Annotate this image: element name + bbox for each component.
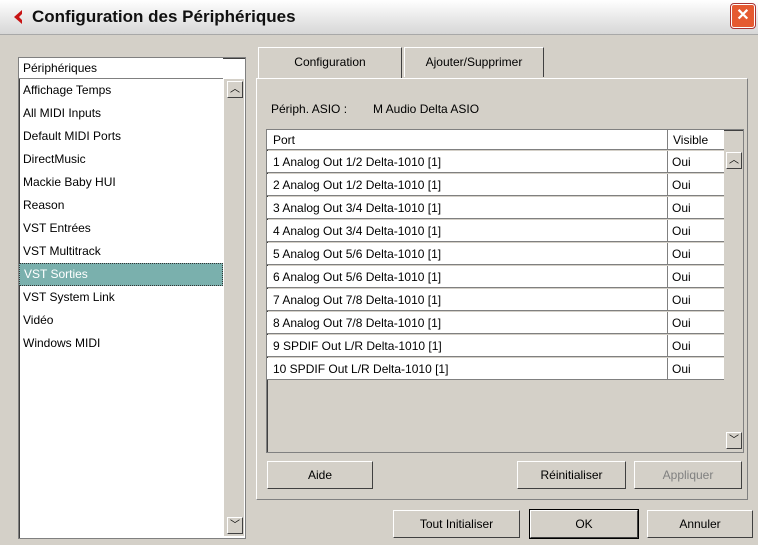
visible-cell[interactable]: Oui <box>668 220 724 242</box>
table-row[interactable]: 9 SPDIF Out L/R Delta-1010 [1] Oui <box>267 335 724 358</box>
table-row[interactable]: 4 Analog Out 3/4 Delta-1010 [1] Oui <box>267 220 724 243</box>
chevron-up-icon: ︿ <box>230 84 240 95</box>
port-cell: 2 Analog Out 1/2 Delta-1010 [1] <box>267 174 668 196</box>
port-cell: 1 Analog Out 1/2 Delta-1010 [1] <box>267 151 668 173</box>
reset-button[interactable]: Réinitialiser <box>517 461 626 489</box>
column-header-port-label: Port <box>273 133 296 147</box>
chevron-down-icon: ﹀ <box>230 520 240 531</box>
table-row[interactable]: 5 Analog Out 5/6 Delta-1010 [1] Oui <box>267 243 724 266</box>
device-list-item[interactable]: VST System Link <box>19 286 223 309</box>
port-cell: 7 Analog Out 7/8 Delta-1010 [1] <box>267 289 668 311</box>
table-row[interactable]: 3 Analog Out 3/4 Delta-1010 [1] Oui <box>267 197 724 220</box>
apply-button[interactable]: Appliquer <box>634 461 742 489</box>
close-icon: ✕ <box>736 7 750 24</box>
table-row[interactable]: 7 Analog Out 7/8 Delta-1010 [1] Oui <box>267 289 724 312</box>
table-row[interactable]: 6 Analog Out 5/6 Delta-1010 [1] Oui <box>267 266 724 289</box>
scroll-up-button[interactable]: ︿ <box>227 81 243 98</box>
port-table: Port Visible 1 Analog Out 1/2 Delta-1010… <box>266 129 744 453</box>
visible-cell[interactable]: Oui <box>668 243 724 265</box>
device-list-item[interactable]: Mackie Baby HUI <box>19 171 223 194</box>
device-list: Affichage Temps All MIDI Inputs Default MI… <box>19 79 223 355</box>
column-header-visible-label: Visible <box>673 133 709 147</box>
port-cell: 8 Analog Out 7/8 Delta-1010 [1] <box>267 312 668 334</box>
device-list-item[interactable]: Windows MIDI <box>19 332 223 355</box>
help-button-label: Aide <box>307 468 333 482</box>
visible-cell[interactable]: Oui <box>668 151 724 173</box>
column-header-visible[interactable]: Visible <box>668 130 724 150</box>
asio-value: M Audio Delta ASIO <box>373 102 480 116</box>
table-row[interactable]: 2 Analog Out 1/2 Delta-1010 [1] Oui <box>267 174 724 197</box>
asio-label: Périph. ASIO : <box>271 102 348 116</box>
table-row[interactable]: 10 SPDIF Out L/R Delta-1010 [1] Oui <box>267 358 724 381</box>
port-cell: 4 Analog Out 3/4 Delta-1010 [1] <box>267 220 668 242</box>
visible-cell[interactable]: Oui <box>668 335 724 357</box>
ok-button[interactable]: OK <box>529 509 639 539</box>
device-list-item[interactable]: Affichage Temps <box>19 79 223 102</box>
device-list-item[interactable]: VST Multitrack <box>19 240 223 263</box>
device-list-item[interactable]: All MIDI Inputs <box>19 102 223 125</box>
port-cell: 9 SPDIF Out L/R Delta-1010 [1] <box>267 335 668 357</box>
port-table-scrollbar[interactable]: ︿ ﹀ <box>724 151 743 450</box>
window-title: Configuration des Périphériques <box>32 7 296 26</box>
table-scroll-down-button[interactable]: ﹀ <box>726 432 742 449</box>
device-list-item[interactable]: VST Sorties <box>19 263 223 286</box>
visible-cell[interactable]: Oui <box>668 174 724 196</box>
device-list-item[interactable]: Default MIDI Ports <box>19 125 223 148</box>
port-cell: 3 Analog Out 3/4 Delta-1010 [1] <box>267 197 668 219</box>
scroll-down-button[interactable]: ﹀ <box>227 517 243 534</box>
tab-add-remove-label: Ajouter/Supprimer <box>425 55 523 69</box>
device-list-header: Périphériques <box>19 58 223 79</box>
reset-all-button-label: Tout Initialiser <box>419 517 494 531</box>
chevron-up-icon: ︿ <box>729 155 739 166</box>
port-cell: 10 SPDIF Out L/R Delta-1010 [1] <box>267 358 668 380</box>
cancel-button[interactable]: Annuler <box>647 510 753 538</box>
device-list-scrollbar[interactable]: ︿ ﹀ <box>224 79 244 536</box>
visible-cell[interactable]: Oui <box>668 312 724 334</box>
column-header-port[interactable]: Port <box>267 130 668 150</box>
cubase-logo-icon <box>14 10 22 24</box>
cancel-button-label: Annuler <box>679 517 721 531</box>
visible-cell[interactable]: Oui <box>668 289 724 311</box>
port-cell: 5 Analog Out 5/6 Delta-1010 [1] <box>267 243 668 265</box>
visible-cell[interactable]: Oui <box>668 266 724 288</box>
port-cell: 6 Analog Out 5/6 Delta-1010 [1] <box>267 266 668 288</box>
device-list-header-label: Périphériques <box>23 61 98 75</box>
close-button[interactable]: ✕ <box>731 4 755 28</box>
visible-cell[interactable]: Oui <box>668 358 724 380</box>
tab-configuration[interactable]: Configuration <box>258 47 402 79</box>
tab-add-remove[interactable]: Ajouter/Supprimer <box>404 47 544 77</box>
table-scroll-up-button[interactable]: ︿ <box>726 152 742 169</box>
tab-configuration-label: Configuration <box>294 55 366 69</box>
apply-button-label: Appliquer <box>662 468 714 482</box>
reset-all-button[interactable]: Tout Initialiser <box>393 510 520 538</box>
help-button[interactable]: Aide <box>267 461 373 489</box>
device-list-panel: Périphériques Affichage Temps All MIDI In… <box>18 57 246 539</box>
device-list-item[interactable]: VST Entrées <box>19 217 223 240</box>
device-list-item[interactable]: Vidéo <box>19 309 223 332</box>
device-list-item[interactable]: Reason <box>19 194 223 217</box>
title-bar: Configuration des Périphériques ✕ <box>0 0 758 35</box>
table-row[interactable]: 8 Analog Out 7/8 Delta-1010 [1] Oui <box>267 312 724 335</box>
visible-cell[interactable]: Oui <box>668 197 724 219</box>
ok-button-label: OK <box>575 517 593 531</box>
table-row[interactable]: 1 Analog Out 1/2 Delta-1010 [1] Oui <box>267 151 724 174</box>
reset-button-label: Réinitialiser <box>540 468 603 482</box>
port-table-rows: 1 Analog Out 1/2 Delta-1010 [1] Oui 2 Anal… <box>267 151 724 381</box>
chevron-down-icon: ﹀ <box>729 435 739 446</box>
device-list-item[interactable]: DirectMusic <box>19 148 223 171</box>
